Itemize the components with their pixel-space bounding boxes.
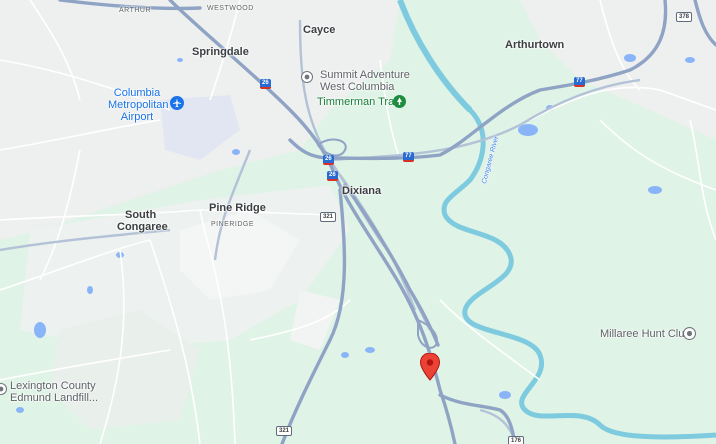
red-pin-icon[interactable] xyxy=(420,353,440,381)
interstate-shield-77: 77 xyxy=(574,77,585,87)
us-route-shield-321: 321 xyxy=(276,426,293,436)
poi-label-millaree[interactable]: Millaree Hunt Club xyxy=(600,328,690,341)
interstate-shield-26: 26 xyxy=(323,155,334,165)
airplane-icon[interactable] xyxy=(170,96,184,110)
map-canvas[interactable]: ARTHUR WESTWOOD Cayce Springdale Arthurt… xyxy=(0,0,716,444)
place-label-pineridge: PINERIDGE xyxy=(211,221,255,228)
interstate-shield-77: 77 xyxy=(403,152,414,162)
place-label-cayce[interactable]: Cayce xyxy=(303,24,335,37)
place-label-westwood: WESTWOOD xyxy=(207,5,254,12)
place-label-springdale[interactable]: Springdale xyxy=(192,46,249,59)
place-dot-icon[interactable] xyxy=(301,71,313,83)
poi-label-timmerman[interactable]: Timmerman Trail xyxy=(317,96,399,109)
interstate-shield-26: 26 xyxy=(260,79,271,89)
place-dot-icon[interactable] xyxy=(0,383,7,395)
interstate-shield-26: 26 xyxy=(327,171,338,181)
river xyxy=(397,0,473,113)
place-label-arthur: ARTHUR xyxy=(119,7,152,14)
us-route-shield-321: 321 xyxy=(320,212,337,222)
place-label-pine-ridge[interactable]: Pine Ridge xyxy=(209,202,266,215)
us-route-shield-378: 378 xyxy=(676,12,693,22)
park-icon[interactable] xyxy=(393,95,406,108)
map-base-layer xyxy=(0,0,716,444)
place-label-dixiana[interactable]: Dixiana xyxy=(342,185,381,198)
poi-label-summit-line2[interactable]: West Columbia xyxy=(320,81,394,94)
place-label-arthurtown[interactable]: Arthurtown xyxy=(505,39,564,52)
poi-label-lexington-line2[interactable]: Edmund Landfill... xyxy=(10,392,98,405)
us-route-shield-176: 176 xyxy=(508,436,525,444)
place-dot-icon[interactable] xyxy=(683,327,696,340)
place-label-south-congaree-line2[interactable]: Congaree xyxy=(117,221,168,234)
poi-label-airport-line3[interactable]: Airport xyxy=(112,111,162,124)
